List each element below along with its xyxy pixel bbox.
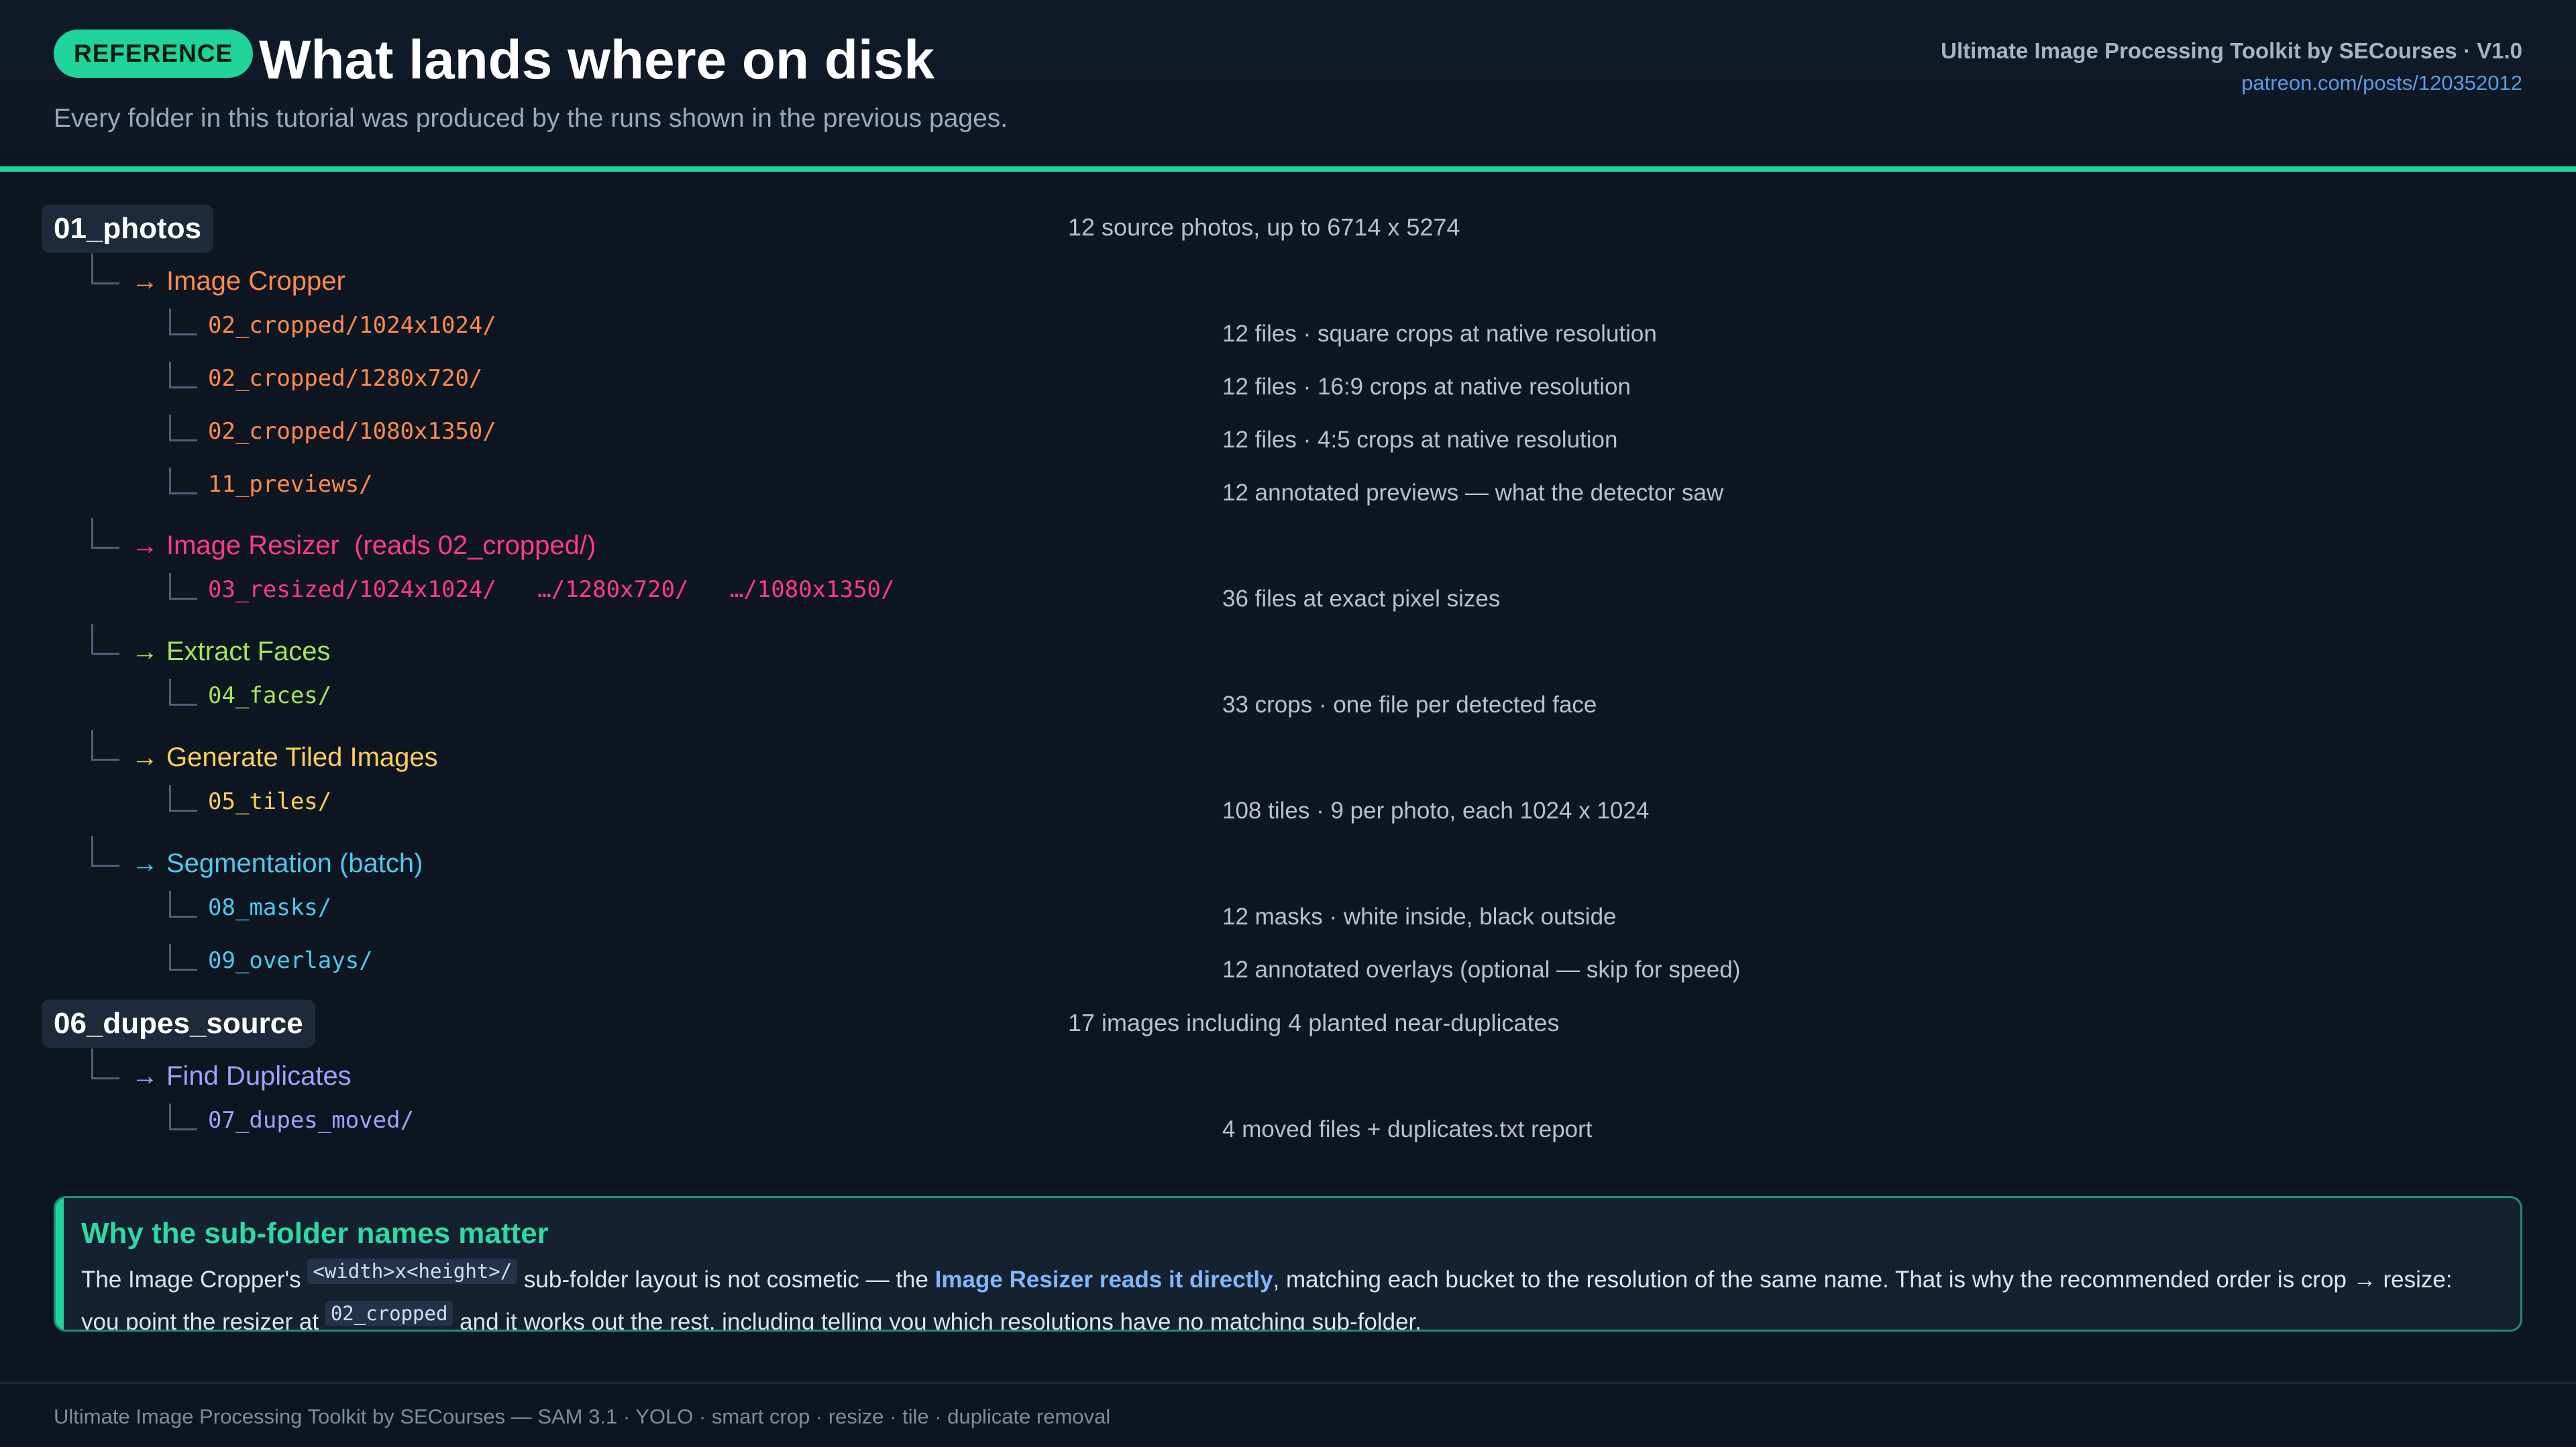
tree-connector [169,891,197,918]
arrow-icon: → [131,531,158,560]
folder-overlays: 09_overlays/ [208,947,373,974]
folder-faces-desc: 33 crops · one file per detected face [1222,692,1597,718]
folder-dupes-moved-desc: 4 moved files + duplicates.txt report [1222,1116,1593,1142]
folder-tiles: 05_tiles/ [208,788,332,815]
page-title: What lands where on disk [259,30,934,91]
folder-cropped-1280-desc: 12 files · 16:9 crops at native resoluti… [1222,374,1631,400]
tool-label: Extract Faces [166,637,331,666]
patreon-link[interactable]: patreon.com/posts/120352012 [2241,70,2522,97]
folder-previews: 11_previews/ [208,471,373,498]
folder-masks-desc: 12 masks · white inside, black outside [1222,904,1617,930]
root-folder-dupes-desc: 17 images including 4 planted near-dupli… [1068,1009,1560,1036]
tree-connector [169,785,197,812]
root-folder-photos-desc: 12 source photos, up to 6714 x 5274 [1068,213,1460,241]
callout-box: Why the sub-folder names matter The Imag… [54,1196,2522,1332]
folder-cropped-1024-desc: 12 files · square crops at native resolu… [1222,321,1657,347]
tree-connector [91,254,119,284]
brand-name: Ultimate Image Processing Toolkit by SEC… [1941,38,2522,63]
folder-masks: 08_masks/ [208,894,332,921]
callout-title: Why the sub-folder names matter [81,1217,549,1250]
callout-highlight: Image Resizer reads it directly [934,1267,1273,1293]
tool-image-cropper: → Image Cropper [131,262,345,300]
arrow-icon: → [131,637,158,666]
folder-previews-desc: 12 annotated previews — what the detecto… [1222,480,1724,506]
tool-extract-faces: → Extract Faces [131,633,331,670]
footer-text: Ultimate Image Processing Toolkit by SEC… [54,1405,1111,1428]
tool-label: Segmentation (batch) [166,849,423,878]
tree-connector [91,730,119,761]
tree-connector [169,415,197,441]
page-subtitle: Every folder in this tutorial was produc… [54,104,1008,133]
tool-label: Image Cropper [166,266,345,296]
folder-faces: 04_faces/ [208,682,332,709]
tree-connector [91,624,119,655]
root-folder-photos: 01_photos [42,205,214,253]
tree-connector [169,679,197,706]
callout-accent-bar [56,1198,64,1330]
callout-text-part: The Image Cropper's [81,1267,308,1293]
header-divider [0,166,2576,172]
tree-connector [169,468,197,494]
folder-dupes-moved: 07_dupes_moved/ [208,1107,415,1134]
tool-segmentation: → Segmentation (batch) [131,845,423,882]
inline-code-width-height: <width>x<height>/ [307,1258,518,1284]
callout-text: The Image Cropper's <width>x<height>/ su… [81,1254,2496,1332]
tree-connector [169,944,197,971]
inline-code-cropped: 02_cropped [325,1301,453,1326]
root-folder-dupes: 06_dupes_source [42,1000,315,1048]
folder-resized: 03_resized/1024x1024/ …/1280x720/ …/1080… [208,576,895,603]
tool-label: Find Duplicates [166,1061,352,1091]
folder-resized-desc: 36 files at exact pixel sizes [1222,586,1501,612]
tree-connector [91,836,119,867]
tree-connector [91,1049,119,1079]
tool-label: Image Resizer (reads 02_cropped/) [166,531,596,560]
callout-text-part: sub-folder layout is not cosmetic — the [517,1267,935,1293]
header: REFERENCE What lands where on disk Every… [0,0,2576,166]
tool-image-resizer: → Image Resizer (reads 02_cropped/) [131,527,596,564]
folder-cropped-1080-desc: 12 files · 4:5 crops at native resolutio… [1222,427,1618,453]
tree-connector [169,309,197,335]
tree-connector [91,518,119,549]
footer-divider [0,1382,2576,1384]
folder-cropped-1280: 02_cropped/1280x720/ [208,365,483,392]
folder-overlays-desc: 12 annotated overlays (optional — skip f… [1222,957,1741,983]
tree-connector [169,1104,197,1130]
folder-cropped-1080: 02_cropped/1080x1350/ [208,418,496,445]
tool-generate-tiles: → Generate Tiled Images [131,739,438,776]
folder-cropped-1024: 02_cropped/1024x1024/ [208,312,496,339]
tool-label: Generate Tiled Images [166,743,438,772]
arrow-icon: → [131,849,158,878]
callout-text-part: and it works out the rest, including tel… [453,1309,1422,1332]
reference-badge: REFERENCE [54,30,254,78]
folder-tiles-desc: 108 tiles · 9 per photo, each 1024 x 102… [1222,798,1650,824]
arrow-icon: → [131,266,158,296]
arrow-icon: → [131,1061,158,1091]
tree-connector [169,573,197,600]
tool-find-duplicates: → Find Duplicates [131,1057,352,1095]
tree-connector [169,362,197,388]
arrow-icon: → [131,743,158,772]
reference-page: REFERENCE What lands where on disk Every… [0,0,2576,1447]
